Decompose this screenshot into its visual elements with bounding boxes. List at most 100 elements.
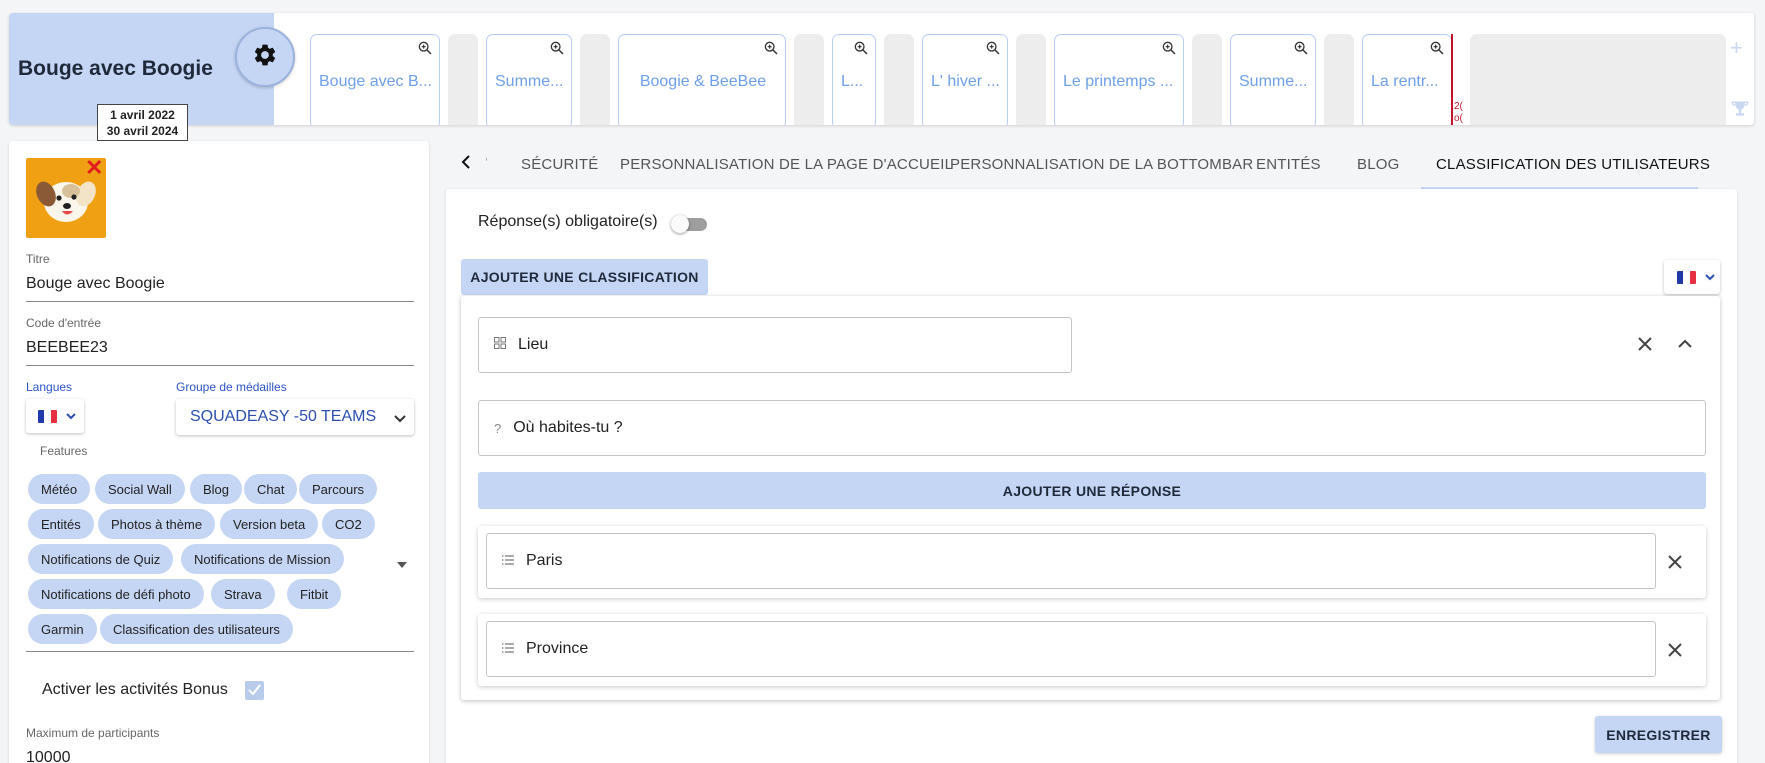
feature-chip[interactable]: Garmin: [28, 614, 97, 644]
zoom-in-icon[interactable]: [1429, 40, 1445, 61]
close-icon[interactable]: [1632, 331, 1658, 357]
season-label: Le printemps ...: [1063, 72, 1174, 90]
chevron-down-icon: [394, 410, 406, 428]
zoom-in-icon[interactable]: [853, 40, 869, 61]
zoom-in-icon[interactable]: [1161, 40, 1177, 61]
zoom-in-icon[interactable]: [763, 40, 779, 61]
season-card-1[interactable]: Bouge avec B...: [310, 34, 440, 125]
feature-chip[interactable]: Social Wall: [95, 474, 185, 504]
required-answers-label: Réponse(s) obligatoire(s): [478, 213, 658, 230]
max-participants-field[interactable]: 10000: [26, 749, 71, 763]
feature-chip[interactable]: Parcours: [299, 474, 378, 504]
season-card-4[interactable]: L...: [832, 34, 876, 125]
season-label: Summe...: [495, 72, 564, 90]
close-icon[interactable]: ✕: [85, 157, 103, 179]
tab-securite[interactable]: SÉCURITÉ: [521, 156, 598, 173]
medal-group-select[interactable]: SQUADEASY -50 TEAMS: [176, 399, 414, 435]
feature-chip[interactable]: Chat: [244, 474, 298, 504]
season-card-3[interactable]: Boogie & BeeBee: [618, 34, 786, 125]
program-settings-panel: ✕ Titre Bouge avec Boogie Code d'entrée …: [9, 141, 429, 763]
language-select[interactable]: [26, 399, 84, 433]
program-title: Bouge avec Boogie: [18, 57, 213, 80]
feature-chip[interactable]: Classification des utilisateurs: [100, 614, 293, 644]
season-gap-future: [1470, 34, 1726, 125]
tab-home-customization[interactable]: PERSONNALISATION DE LA PAGE D'ACCUEIL: [620, 156, 953, 173]
season-gap: [1192, 34, 1222, 125]
chevron-up-icon[interactable]: [1672, 331, 1698, 357]
season-label: Boogie & BeeBee: [639, 72, 767, 90]
title-underline: [26, 301, 414, 302]
season-gap: [794, 34, 824, 125]
tab-bottombar-customization[interactable]: PERSONNALISATION DE LA BOTTOMBAR: [950, 156, 1253, 173]
season-label: L' hiver ...: [931, 72, 1000, 90]
trophy-icon[interactable]: [1730, 99, 1750, 124]
zoom-in-icon[interactable]: [549, 40, 565, 61]
zoom-in-icon[interactable]: [985, 40, 1001, 61]
season-label: L...: [841, 72, 864, 90]
feature-chip[interactable]: Météo: [28, 474, 91, 504]
feature-chip[interactable]: Blog: [190, 474, 243, 504]
save-button[interactable]: ENREGISTRER: [1595, 716, 1722, 753]
feature-chip[interactable]: Notifications de défi photo: [28, 579, 204, 609]
close-icon[interactable]: [1662, 549, 1688, 575]
season-card-2[interactable]: Summe...: [486, 34, 572, 125]
answer-value: Paris: [526, 552, 563, 569]
zoom-in-icon[interactable]: [1293, 40, 1309, 61]
date-start: 1 avril 2022: [110, 108, 175, 122]
season-card-5[interactable]: L' hiver ...: [922, 34, 1008, 125]
flag-fr-icon: [38, 409, 57, 423]
required-answers-toggle[interactable]: [671, 215, 709, 233]
feature-chip[interactable]: Photos à thème: [98, 509, 216, 539]
title-field[interactable]: Bouge avec Boogie: [26, 275, 165, 293]
season-gap: [580, 34, 610, 125]
code-field[interactable]: BEEBEE23: [26, 339, 108, 357]
season-card-6[interactable]: Le printemps ...: [1054, 34, 1184, 125]
max-participants-label: Maximum de participants: [26, 726, 160, 740]
content-language-select[interactable]: [1664, 260, 1720, 294]
code-label: Code d'entrée: [26, 316, 102, 330]
toggle-thumb: [671, 215, 689, 233]
season-card-8[interactable]: La rentr...: [1362, 34, 1452, 125]
medal-group-value: SQUADEASY -50 TEAMS: [190, 408, 377, 425]
feature-chip[interactable]: Version beta: [220, 509, 319, 539]
feature-chip[interactable]: Entités: [28, 509, 94, 539]
add-classification-button[interactable]: AJOUTER UNE CLASSIFICATION: [461, 259, 708, 295]
tab-partial: ˈ: [484, 156, 489, 173]
answer-input[interactable]: Province: [486, 621, 1656, 677]
answer-value: Province: [526, 640, 589, 657]
feature-chip[interactable]: CO2: [322, 509, 375, 539]
feature-chip[interactable]: Fitbit: [287, 579, 342, 609]
title-label: Titre: [26, 252, 50, 266]
plus-icon[interactable]: +: [1730, 35, 1743, 61]
chevron-down-icon: [1705, 268, 1715, 286]
settings-button[interactable]: [235, 27, 295, 87]
season-card-7[interactable]: Summe...: [1230, 34, 1316, 125]
classification-name-input[interactable]: Lieu: [478, 317, 1072, 373]
answer-input[interactable]: Paris: [486, 533, 1656, 589]
features-label: Features: [40, 444, 88, 458]
feature-chip[interactable]: Notifications de Mission: [181, 544, 344, 574]
question-input[interactable]: ? Où habites-tu ?: [478, 400, 1706, 456]
tab-blog[interactable]: BLOG: [1357, 156, 1399, 173]
season-label: La rentr...: [1371, 72, 1439, 90]
today-marker-label: 2( o(: [1454, 101, 1463, 124]
flag-fr-icon: [1677, 270, 1696, 284]
tab-entities[interactable]: ENTITÉS: [1256, 156, 1321, 173]
feature-chip[interactable]: Notifications de Quiz: [28, 544, 174, 574]
question-value: Où habites-tu ?: [513, 419, 623, 436]
season-gap: [448, 34, 478, 125]
close-icon[interactable]: [1662, 637, 1688, 663]
classification-name-value: Lieu: [518, 336, 549, 353]
chevron-left-icon[interactable]: [461, 155, 471, 174]
code-underline: [26, 365, 414, 366]
zoom-in-icon[interactable]: [417, 40, 433, 61]
today-marker: [1451, 34, 1453, 125]
answer-row: Province: [478, 614, 1706, 686]
tab-user-classification[interactable]: CLASSIFICATION DES UTILISATEURS: [1436, 156, 1710, 173]
chevron-down-icon[interactable]: [396, 556, 408, 574]
feature-chip[interactable]: Strava: [211, 579, 275, 609]
add-answer-button[interactable]: AJOUTER UNE RÉPONSE: [478, 472, 1706, 509]
bonus-checkbox[interactable]: [245, 681, 264, 700]
chevron-down-icon: [66, 407, 76, 425]
medals-label: Groupe de médailles: [176, 380, 287, 394]
